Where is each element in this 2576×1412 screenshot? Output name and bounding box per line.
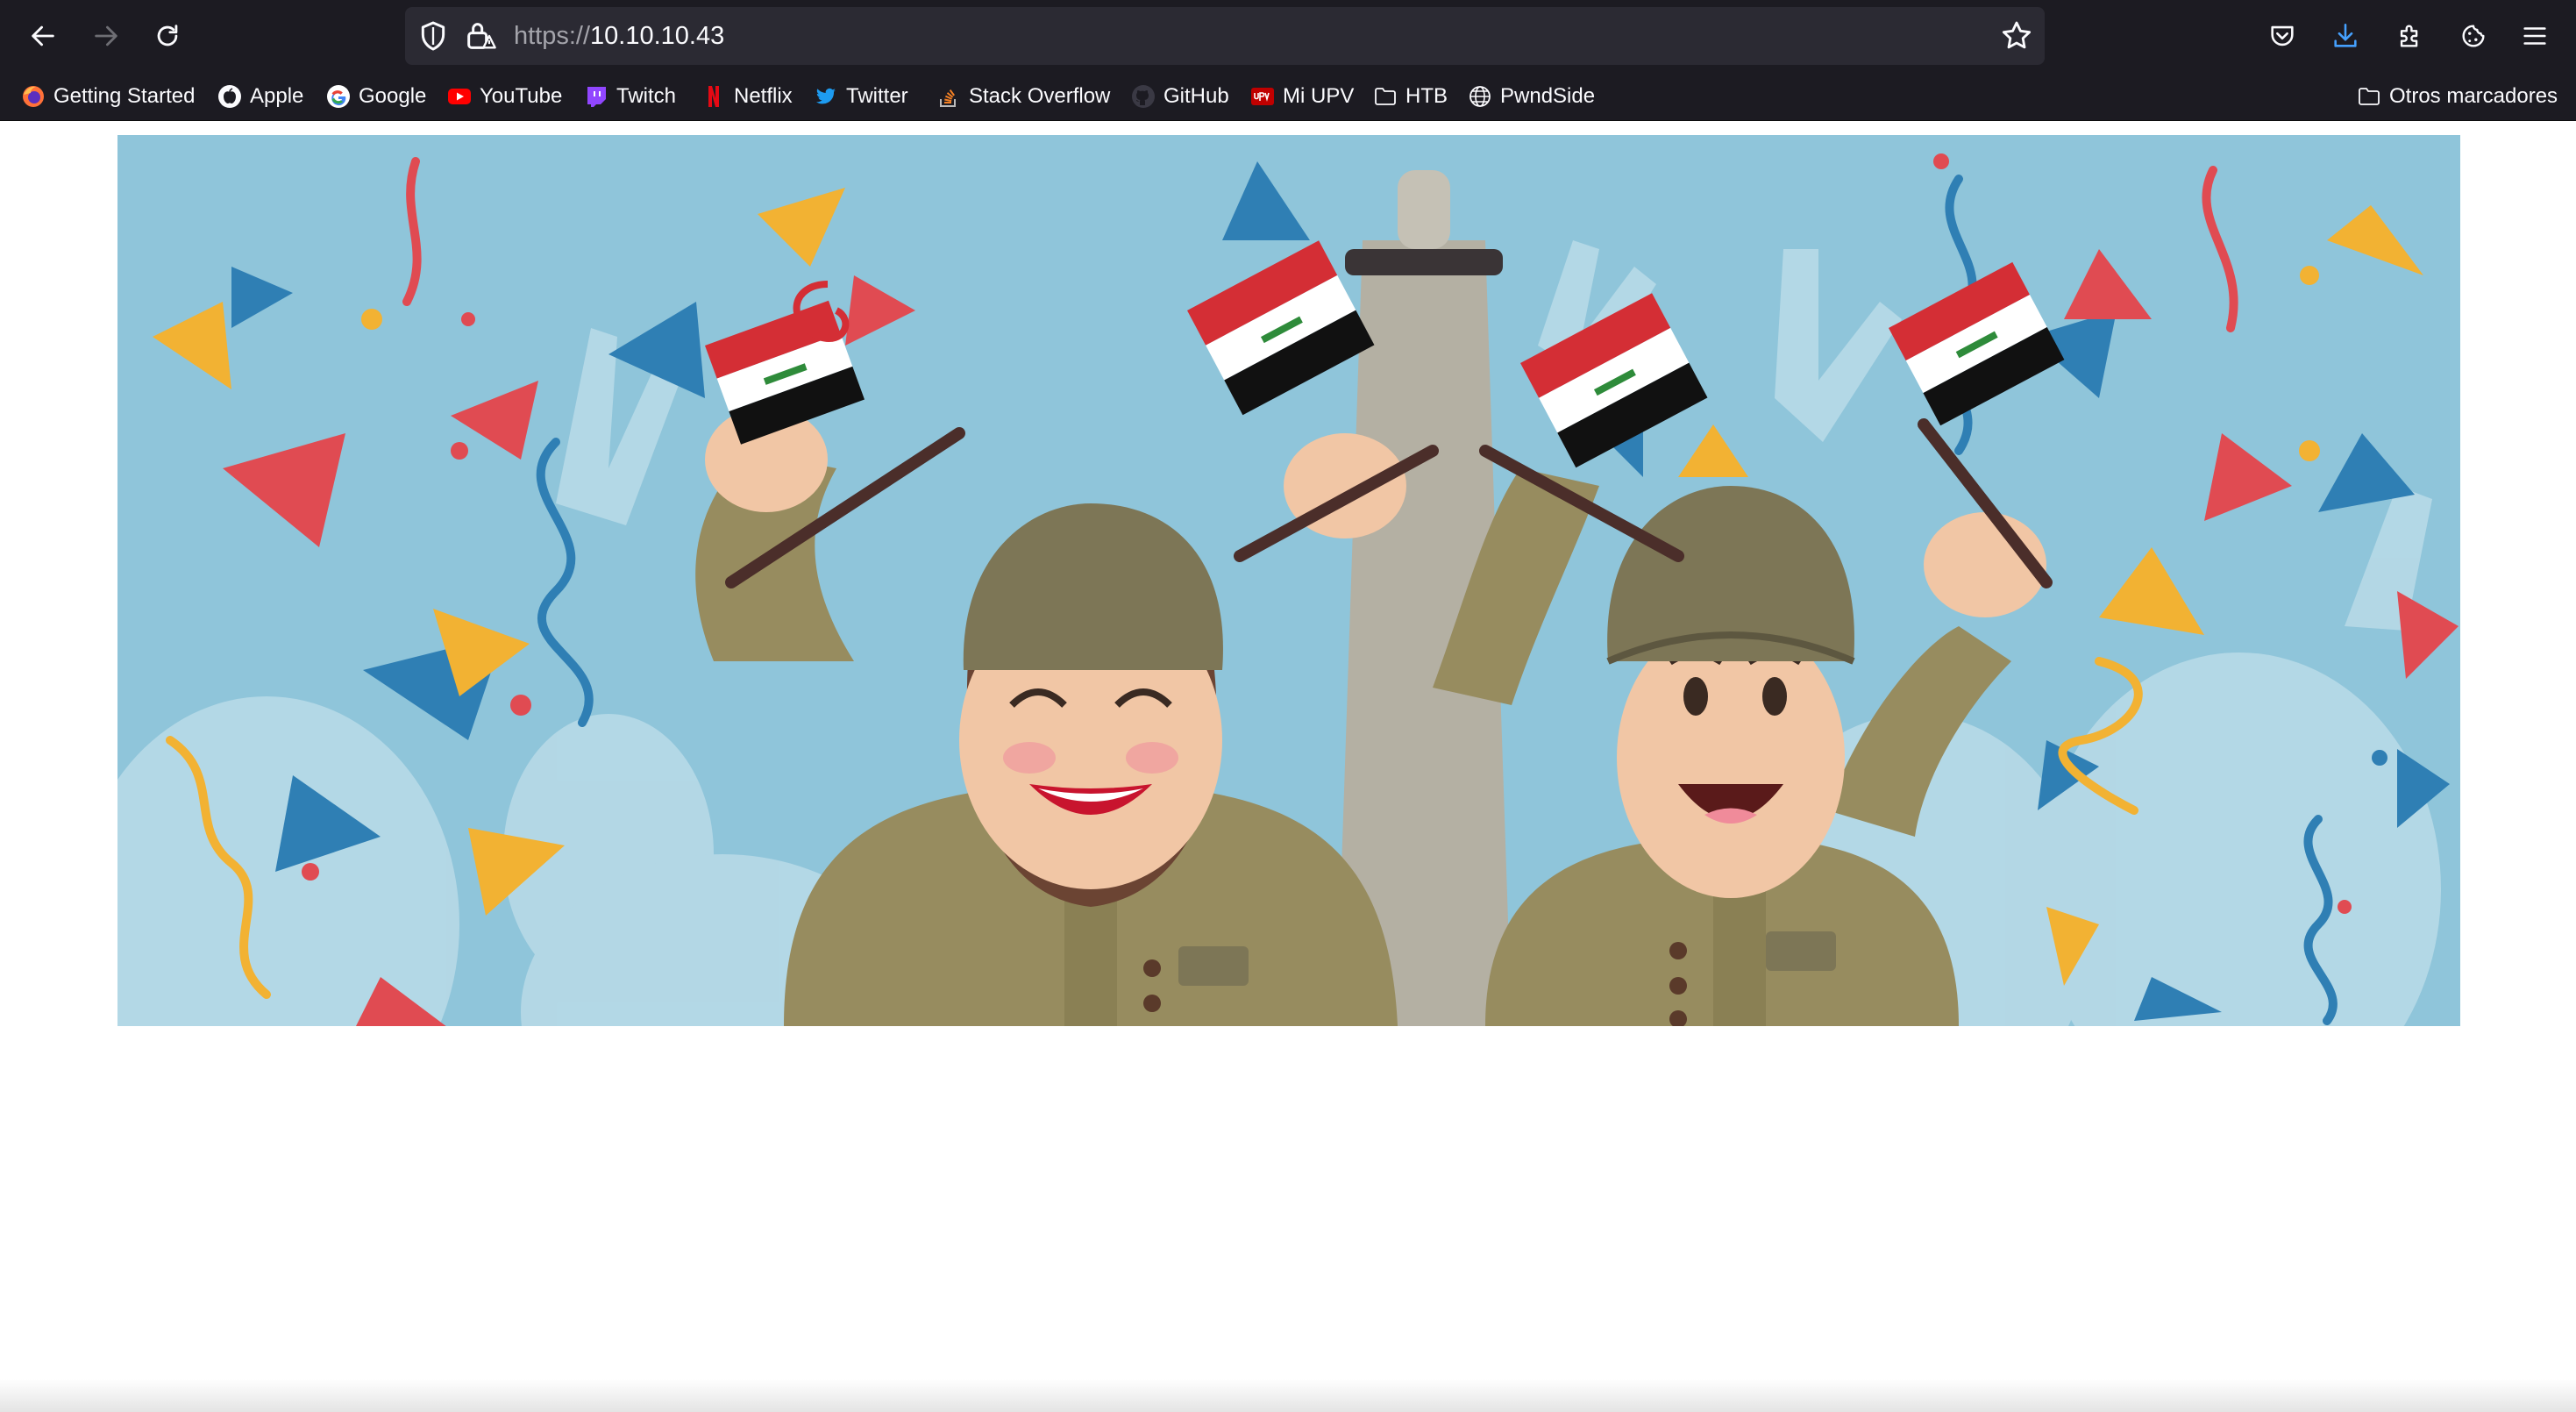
github-icon <box>1132 84 1155 108</box>
bookmark-label: Apple <box>250 83 304 108</box>
star-icon[interactable] <box>1999 18 2034 53</box>
cookies-button[interactable] <box>2453 16 2494 56</box>
bookmark-twitter[interactable]: Twitter <box>814 72 908 120</box>
back-button[interactable] <box>21 14 65 58</box>
hero-artwork <box>117 135 2460 1026</box>
bookmark-youtube[interactable]: YouTube <box>447 72 562 120</box>
apple-icon <box>218 84 241 108</box>
bookmark-getting-started[interactable]: Getting Started <box>21 72 195 120</box>
bookmark-netflix[interactable]: Netflix <box>701 72 793 120</box>
folder-icon <box>1375 87 1396 105</box>
bookmark-label: Twitch <box>616 83 677 108</box>
cookie-icon <box>2462 25 2485 47</box>
youtube-icon <box>448 88 471 104</box>
bookmark-stack-overflow[interactable]: Stack Overflow <box>936 72 1110 120</box>
celebration-illustration <box>117 135 2460 1026</box>
firefox-icon <box>23 85 44 107</box>
bookmark-label: Stack Overflow <box>969 83 1111 108</box>
twitch-icon <box>587 86 606 107</box>
pocket-button[interactable] <box>2262 16 2302 56</box>
bookmark-label: PwndSide <box>1500 83 1596 108</box>
bookmarks-toolbar: Getting Started Apple Google YouTube Twi… <box>0 72 2576 121</box>
puzzle-icon <box>2400 25 2418 47</box>
address-bar[interactable]: https://10.10.10.43 <box>405 7 2045 65</box>
twitter-icon <box>816 88 836 103</box>
folder-icon <box>2359 87 2380 105</box>
bookmark-twitch[interactable]: Twitch <box>584 72 676 120</box>
netflix-icon <box>708 85 719 107</box>
bookmark-pwndside[interactable]: PwndSide <box>1468 72 1595 120</box>
stackoverflow-icon <box>940 89 956 107</box>
shield-icon[interactable] <box>416 18 451 53</box>
upv-icon <box>1251 87 1274 105</box>
lock-warning-icon[interactable] <box>463 18 498 53</box>
reload-icon <box>157 25 178 46</box>
bookmark-mi-upv[interactable]: Mi UPV <box>1250 72 1354 120</box>
other-bookmarks-label: Otros marcadores <box>2389 83 2558 108</box>
bookmark-label: Getting Started <box>53 83 196 108</box>
bookmark-label: GitHub <box>1163 83 1229 108</box>
other-bookmarks-folder[interactable]: Otros marcadores <box>2357 72 2558 120</box>
arrow-right-icon <box>95 25 117 46</box>
bookmark-apple[interactable]: Apple <box>217 72 303 120</box>
browser-toolbar: https://10.10.10.43 <box>0 0 2576 72</box>
url-scheme: https:// <box>514 22 591 50</box>
bookmark-label: Twitter <box>846 83 908 108</box>
bookmark-htb-folder[interactable]: HTB <box>1373 72 1448 120</box>
google-icon <box>327 84 350 108</box>
url-host: 10.10.10.43 <box>590 22 725 50</box>
pocket-icon <box>2271 25 2294 46</box>
bookmark-label: Netflix <box>734 83 793 108</box>
downloads-button[interactable] <box>2325 16 2366 56</box>
forward-button[interactable] <box>84 14 128 58</box>
window-bottom-edge <box>0 1379 2576 1412</box>
download-icon <box>2334 23 2357 47</box>
bookmark-label: HTB <box>1405 83 1448 108</box>
bookmark-github[interactable]: GitHub <box>1131 72 1229 120</box>
bookmark-google[interactable]: Google <box>326 72 426 120</box>
url-text[interactable]: https://10.10.10.43 <box>514 7 724 65</box>
bookmark-label: YouTube <box>480 83 563 108</box>
arrow-left-icon <box>32 25 54 46</box>
reload-button[interactable] <box>146 14 189 58</box>
hamburger-menu-icon <box>2523 27 2546 45</box>
globe-icon <box>1469 85 1491 107</box>
bookmark-label: Mi UPV <box>1283 83 1355 108</box>
bookmark-label: Google <box>359 83 427 108</box>
extensions-button[interactable] <box>2390 16 2430 56</box>
menu-button[interactable] <box>2515 16 2555 56</box>
